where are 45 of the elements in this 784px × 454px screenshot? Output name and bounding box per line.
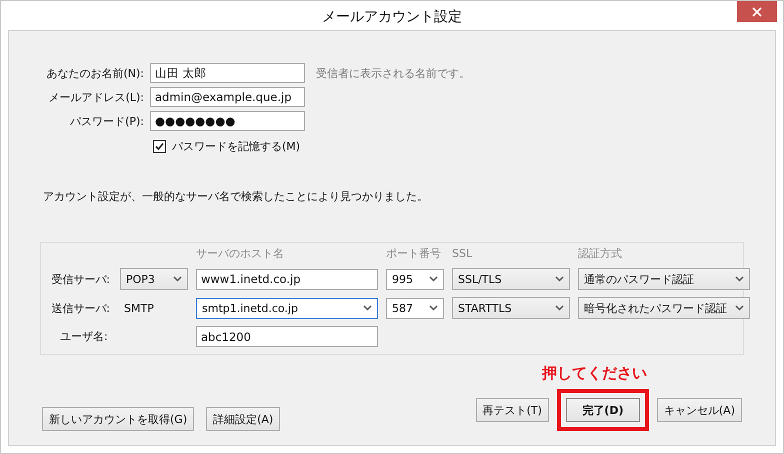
- auth-dropdown[interactable]: 暗号化されたパスワード認証: [578, 297, 750, 319]
- chevron-down-icon: [735, 276, 744, 282]
- field-label: メールアドレス(L):: [48, 90, 145, 104]
- window-title: メールアカウント設定: [322, 8, 462, 26]
- row-label: ユーザ名:: [59, 329, 109, 344]
- input-field[interactable]: admin@example.que.jp: [150, 87, 305, 107]
- chevron-down-icon: [735, 305, 744, 311]
- column-header: ポート番号: [386, 246, 442, 261]
- checkbox-label: パスワードを記憶する(M): [172, 138, 300, 154]
- auth-dropdown[interactable]: 通常のパスワード認証: [578, 268, 750, 290]
- ssl-dropdown[interactable]: SSL/TLS: [452, 268, 570, 290]
- column-header: SSL: [452, 247, 474, 260]
- input-field[interactable]: 山田 太郎: [150, 63, 305, 83]
- field-label: パスワード(P):: [69, 114, 145, 128]
- column-header: 認証方式: [578, 246, 623, 261]
- dialog-button[interactable]: 詳細設定(A): [206, 407, 280, 431]
- dialog-button[interactable]: キャンセル(A): [656, 398, 742, 422]
- annotation-text: 押してください: [542, 364, 647, 383]
- chevron-down-icon: [429, 276, 438, 282]
- chevron-down-icon: [363, 305, 372, 311]
- row-label: 受信サーバ:: [50, 272, 111, 286]
- field-label: あなたのお名前(N):: [45, 66, 145, 80]
- checkbox[interactable]: [153, 140, 166, 152]
- username-field[interactable]: abc1200: [196, 326, 378, 347]
- close-button[interactable]: [737, 1, 777, 22]
- ssl-dropdown[interactable]: STARTTLS: [452, 297, 570, 319]
- port-combobox[interactable]: 587: [386, 298, 444, 318]
- protocol-dropdown[interactable]: POP3: [120, 268, 188, 290]
- chevron-down-icon: [429, 305, 438, 311]
- dialog-button[interactable]: 新しいアカウントを取得(G): [42, 407, 194, 431]
- chevron-down-icon: [555, 305, 564, 311]
- chevron-down-icon: [173, 276, 182, 282]
- dialog-button[interactable]: 完了(D): [566, 398, 640, 422]
- field-hint: 受信者に表示される名前です。: [316, 66, 470, 80]
- status-message: アカウント設定が、一般的なサーバ名で検索したことにより見つかりました。: [43, 189, 429, 204]
- close-icon: [752, 6, 762, 16]
- host-combobox[interactable]: smtp1.inetd.co.jp: [196, 298, 378, 318]
- host-field[interactable]: www1.inetd.co.jp: [196, 268, 378, 290]
- row-label: 送信サーバ:: [50, 300, 111, 316]
- port-combobox[interactable]: 995: [386, 268, 444, 290]
- chevron-down-icon: [555, 276, 564, 282]
- column-header: サーバのホスト名: [196, 246, 285, 261]
- dialog-button[interactable]: 再テスト(T): [476, 398, 549, 422]
- input-field[interactable]: ●●●●●●●●: [150, 111, 305, 131]
- protocol-text: SMTP: [123, 302, 155, 314]
